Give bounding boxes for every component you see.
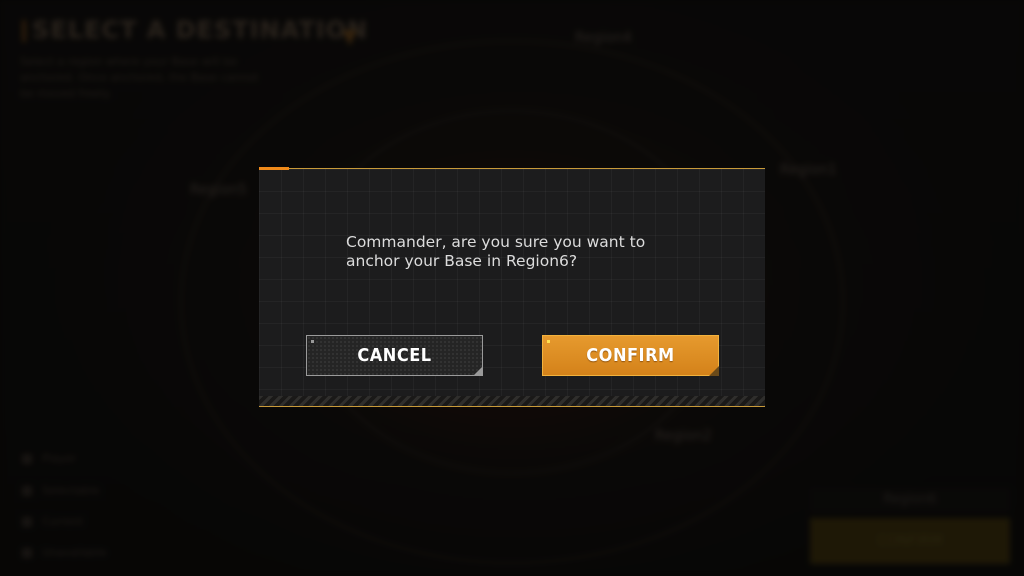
cancel-button[interactable]: CANCEL xyxy=(306,335,483,376)
corner-dot-icon xyxy=(311,340,314,343)
dialog-message: Commander, are you sure you want to anch… xyxy=(346,233,686,271)
corner-dot-icon xyxy=(547,340,550,343)
confirm-button[interactable]: CONFIRM xyxy=(542,335,719,376)
dialog-accent-bar xyxy=(259,167,289,170)
confirm-dialog: Commander, are you sure you want to anch… xyxy=(259,167,765,407)
cancel-button-label: CANCEL xyxy=(357,345,432,366)
corner-notch-icon xyxy=(473,366,483,376)
corner-notch-icon xyxy=(709,366,719,376)
confirm-button-label: CONFIRM xyxy=(586,345,675,366)
dialog-hazard-stripes xyxy=(259,396,765,406)
dialog-message-line: anchor your Base in Region6? xyxy=(346,252,578,270)
dialog-message-line: Commander, are you sure you want to xyxy=(346,233,646,251)
